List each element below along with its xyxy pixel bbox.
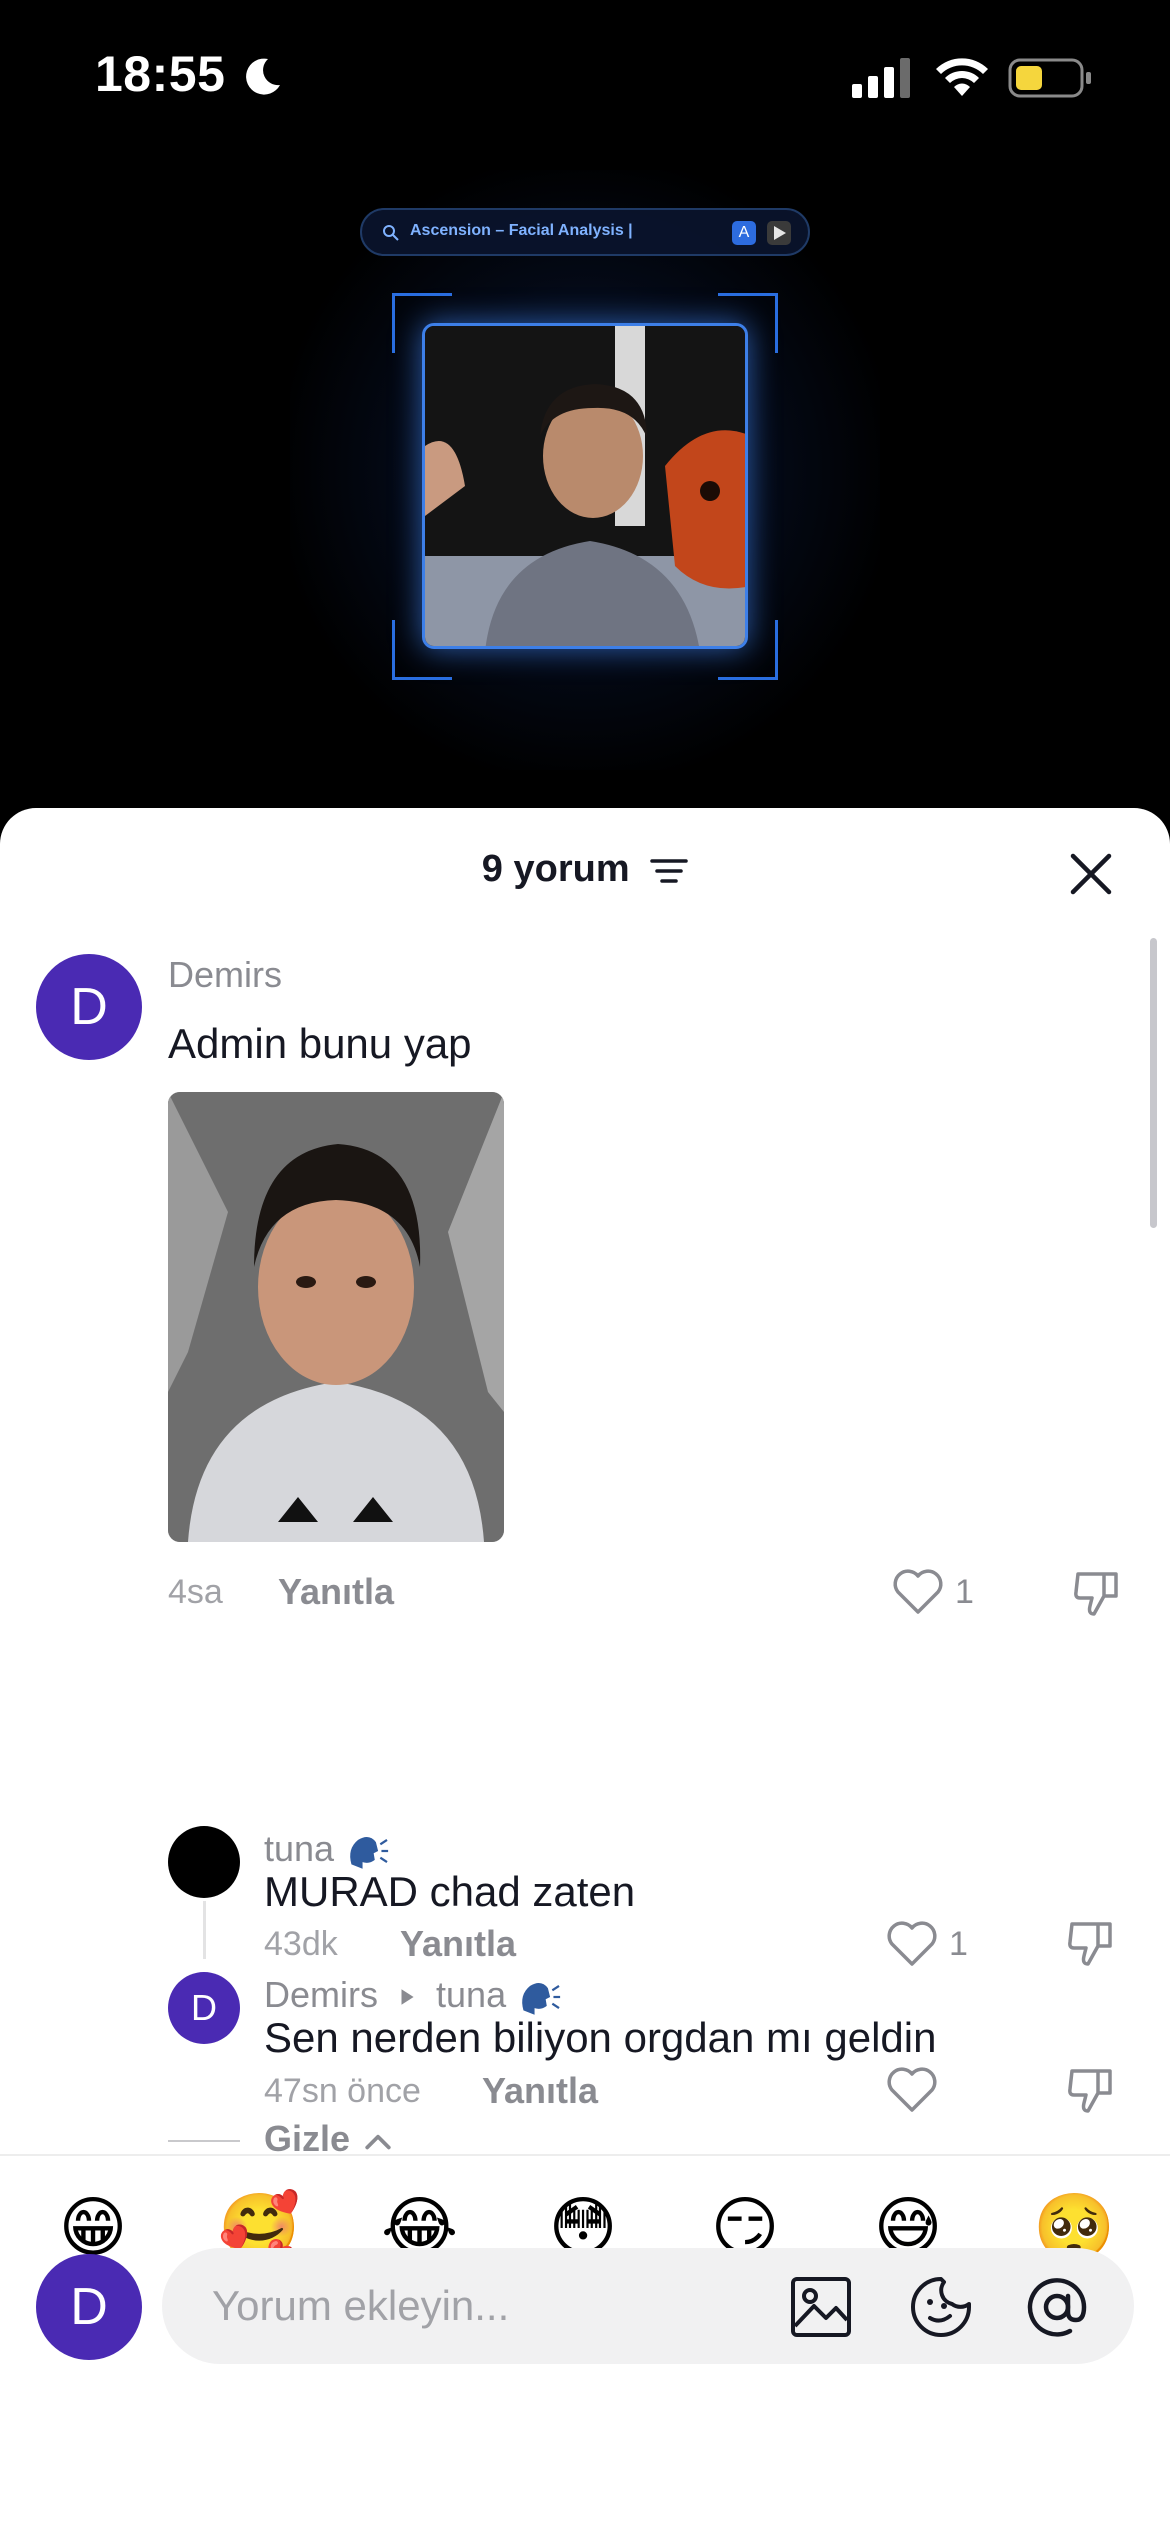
app-store-icon: A [732,221,756,245]
reply-time: 43dk [264,1925,338,1963]
battery-icon [1008,58,1091,98]
avatar[interactable]: D [36,954,142,1060]
video-app-search-bar: Ascension – Facial Analysis | A [360,208,810,256]
reply-arrow-icon [401,1989,414,2006]
signal-icon [852,58,910,98]
sort-icon[interactable] [650,856,688,886]
heart-icon[interactable] [886,1920,938,1968]
hide-divider [168,2140,240,2142]
comments-header: 9 yorum [0,808,1170,938]
comments-sheet: 9 yorum D Demirs Admin bunu yap 4sa Yanı… [0,808,1170,2532]
dislike-icon[interactable] [1070,1566,1124,1620]
comment-time: 4sa [168,1573,223,1611]
dislike-icon[interactable] [1064,2063,1118,2117]
status-time: 18:55 [95,46,226,102]
comment-input-placeholder: Yorum ekleyin... [212,2282,510,2329]
heart-icon[interactable] [892,1568,944,1616]
comment-image[interactable] [168,1092,504,1542]
reply-text: MURAD chad zaten [264,1868,636,1915]
reply-username[interactable]: tuna [264,1828,390,1871]
search-icon [383,225,399,241]
analyzed-face-photo [422,323,748,649]
reply-button[interactable]: Yanıtla [278,1571,394,1613]
chevron-up-icon [365,2135,391,2150]
comment-count-label: 9 yorum [481,848,630,890]
reply-username-text: Demirs [264,1974,378,2015]
like-count: 1 [949,1925,968,1963]
image-icon[interactable] [790,2276,852,2338]
reply-to-username: tuna [436,1974,507,2015]
reply-text: Sen nerden biliyon orgdan mı geldin [264,2014,937,2061]
thread-line [203,1901,206,1959]
sticker-icon[interactable] [910,2276,972,2338]
status-bar: 18:55 [0,0,1170,150]
avatar: D [36,2254,142,2360]
reply-button[interactable]: Yanıtla [400,1923,516,1965]
speaking-head-icon [350,1837,389,1870]
like-count: 1 [955,1573,974,1611]
avatar[interactable] [168,1826,240,1898]
play-store-icon [767,221,791,245]
reply-username[interactable]: Demirs tuna [264,1974,562,2017]
wifi-icon [936,58,988,96]
video-app-title: Ascension – Facial Analysis | [410,222,633,239]
avatar[interactable]: D [168,1972,240,2044]
reply-time: 47sn önce [264,2072,421,2110]
comment-count-header[interactable]: 9 yorum [0,848,1170,891]
scrollbar[interactable] [1150,938,1157,1228]
comment-username[interactable]: Demirs [168,954,282,996]
dislike-icon[interactable] [1064,1916,1118,1970]
video-player[interactable]: Ascension – Facial Analysis | A [0,150,1170,810]
emoji-bar-divider [0,2154,1170,2156]
speaking-head-icon [522,1983,561,2016]
comment-input[interactable]: Yorum ekleyin... [162,2248,1134,2364]
reply-button[interactable]: Yanıtla [482,2070,598,2112]
heart-icon[interactable] [886,2066,938,2114]
mention-icon[interactable] [1026,2276,1088,2338]
comment-text: Admin bunu yap [168,1020,472,1067]
reply-username-text: tuna [264,1828,335,1869]
close-icon[interactable] [1067,850,1115,898]
moon-icon [246,58,280,95]
hide-label: Gizle [264,2118,351,2159]
